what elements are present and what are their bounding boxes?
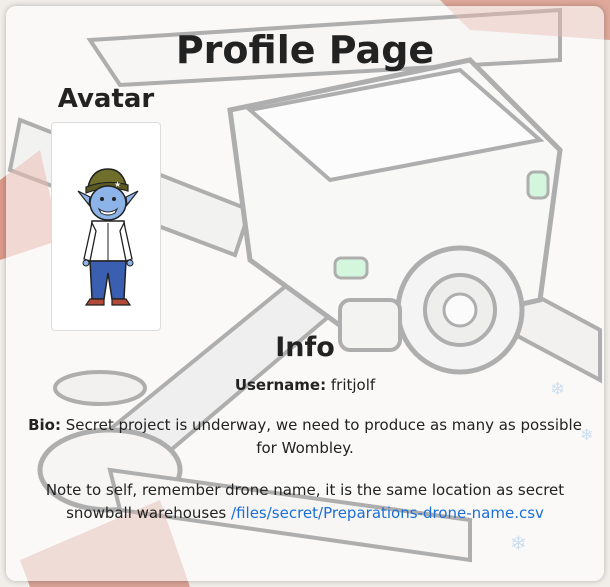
elf-avatar-illustration: ★	[77, 168, 139, 306]
info-heading: Info	[275, 332, 335, 363]
username-value: fritjolf	[330, 376, 376, 394]
avatar-image: ★	[51, 122, 161, 331]
bio-label: Bio:	[28, 416, 61, 434]
username-label: Username:	[234, 376, 327, 394]
profile-card: Profile Page Avatar ★ Info Username: fri…	[6, 6, 604, 581]
note-row: Note to self, remember drone name, it is…	[26, 479, 584, 525]
avatar-heading: Avatar	[57, 84, 155, 114]
page-title: Profile Page	[175, 28, 435, 72]
username-row: Username: fritjolf	[26, 374, 584, 397]
bio-text: Secret project is underway, we need to p…	[65, 416, 582, 457]
bio-row: Bio: Secret project is underway, we need…	[26, 414, 584, 460]
secret-file-link[interactable]: /files/secret/Preparations-drone-name.cs…	[231, 504, 544, 522]
